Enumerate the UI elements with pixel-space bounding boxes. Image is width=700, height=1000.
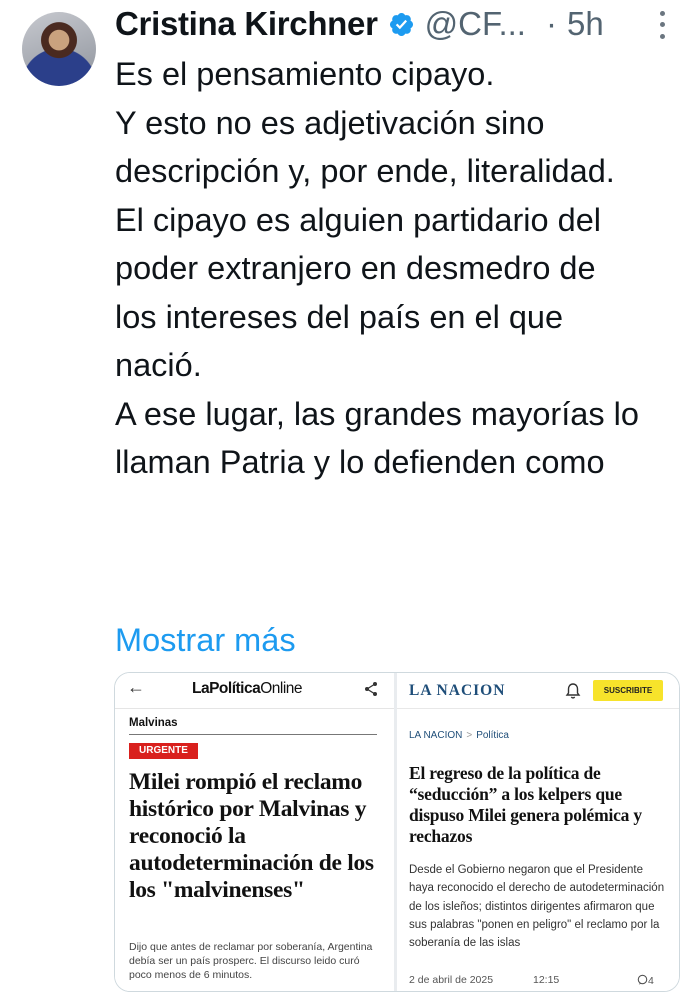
breadcrumb: LA NACION > Política [409, 730, 509, 741]
subscribe-button: SUSCRIBITE [593, 680, 663, 701]
lp-topbar: ← LaPolíticaOnline [115, 673, 394, 709]
breadcrumb-home: LA NACION [409, 730, 463, 741]
tweet-line: Es el pensamiento cipayo. [115, 56, 495, 92]
media-image-lanacion[interactable]: LA NACION SUSCRIBITE LA NACION > Política … [397, 673, 679, 991]
lp-headline: Milei rompió el reclamo histórico por Ma… [129, 769, 374, 903]
lanacion-logo: LA NACION [409, 682, 506, 699]
breadcrumb-section: Política [476, 730, 509, 741]
verified-badge-icon [389, 12, 413, 36]
tweet-line: poder extranjero en desmedro de [115, 250, 596, 286]
ln-topbar: LA NACION SUSCRIBITE [397, 673, 679, 709]
tweet-line: llaman Patria y lo defienden como [115, 444, 605, 480]
tweet-line: descripción y, por ende, literalidad. [115, 153, 615, 189]
tweet-line: A ese lugar, las grandes mayorías lo [115, 395, 639, 432]
comment-icon [637, 974, 648, 985]
author-handle[interactable]: @CF... [425, 5, 526, 43]
tweet-line: nació. [115, 347, 202, 383]
lapolitica-logo: LaPolíticaOnline [192, 680, 303, 698]
arrow-left-icon: ← [127, 677, 145, 697]
media-image-lapolitica[interactable]: ← LaPolíticaOnline Malvinas URGENTE Mile… [115, 673, 397, 991]
tweet-header: Cristina Kirchner @CF... · 5h [115, 4, 604, 44]
comment-count-value: 4 [648, 975, 654, 987]
urgent-badge: URGENTE [129, 743, 198, 759]
header-separator: · [545, 5, 557, 42]
ln-headline: El regreso de la política de “seducción”… [409, 763, 642, 846]
tweet-line: El cipayo es alguien partidario del [115, 201, 601, 238]
author-name[interactable]: Cristina Kirchner [115, 5, 378, 43]
comment-count: 4 [637, 974, 654, 987]
ln-lead: Desde el Gobierno negaron que el Preside… [409, 864, 665, 950]
tweet-line: los intereses del país en el que [115, 298, 564, 335]
tweet-timestamp[interactable]: 5h [567, 5, 604, 43]
lp-section-label: Malvinas [129, 717, 178, 729]
more-vertical-icon[interactable] [654, 8, 670, 42]
tweet-text: Es el pensamiento cipayo. Y esto no es a… [115, 50, 690, 487]
share-icon [365, 682, 377, 696]
media-grid: ← LaPolíticaOnline Malvinas URGENTE Mile… [114, 672, 680, 992]
logo-bold-part: LaPolítica [192, 680, 261, 697]
divider [129, 734, 377, 735]
author-avatar[interactable] [22, 12, 96, 86]
logo-regular-part: Online [260, 680, 303, 697]
bell-icon [565, 683, 581, 699]
breadcrumb-separator: > [466, 730, 473, 741]
lp-lead: Dijo que antes de reclamar por soberanía… [129, 941, 373, 981]
tweet-line: Y esto no es adjetivación sino [115, 104, 545, 141]
article-date: 2 de abril de 2025 [409, 974, 494, 986]
article-time: 12:15 [533, 974, 560, 986]
show-more-link[interactable]: Mostrar más [115, 616, 296, 664]
